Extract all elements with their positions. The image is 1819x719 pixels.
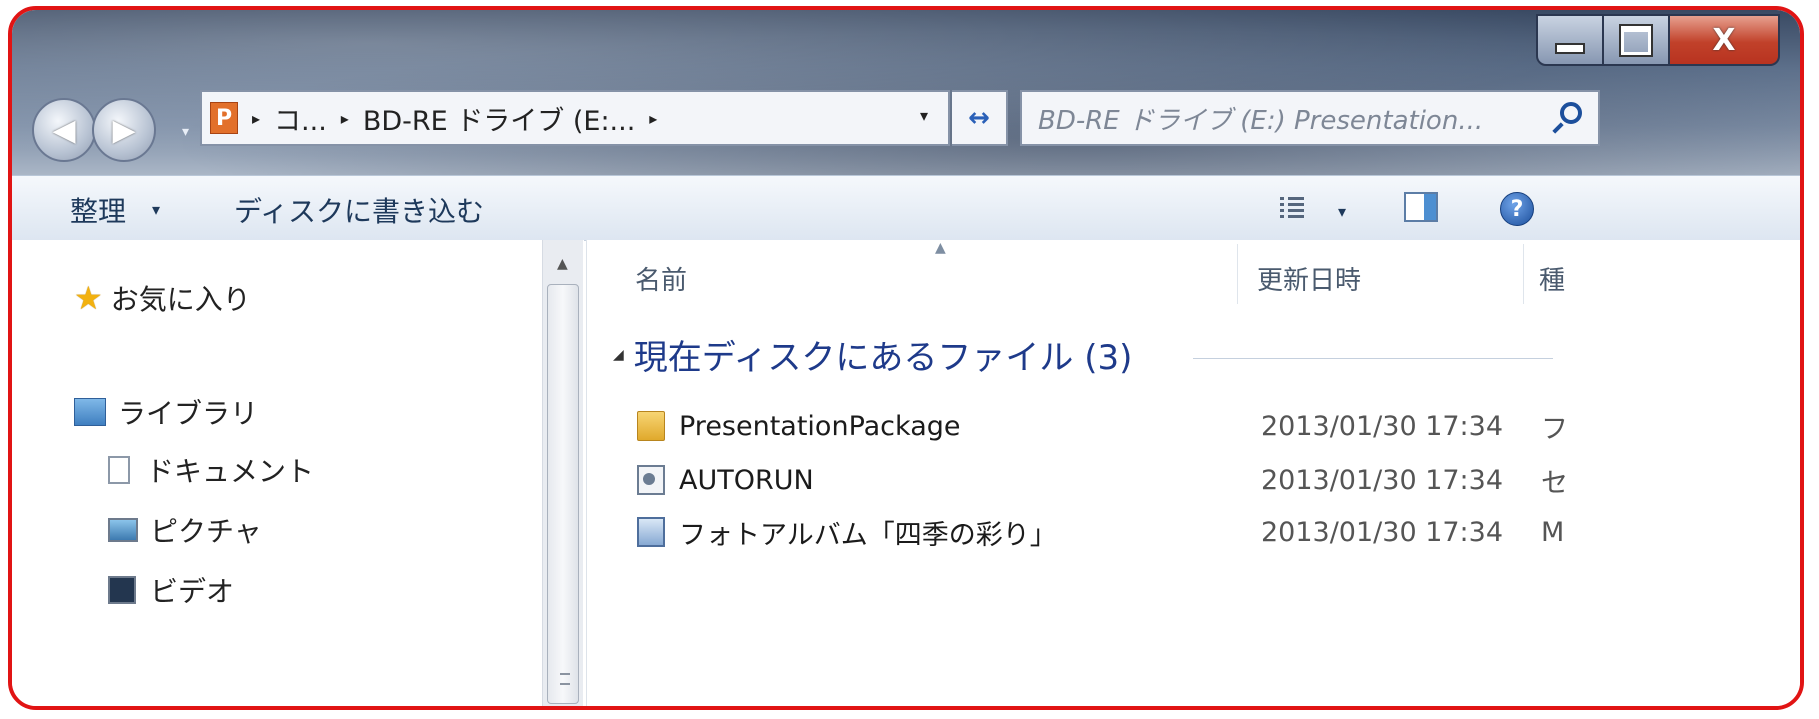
burn-to-disc-button[interactable]: ディスクに書き込む [234, 190, 484, 230]
file-name: AUTORUN [679, 464, 814, 496]
scroll-up-icon[interactable]: ▲ [557, 256, 568, 272]
scroll-thumb[interactable] [547, 284, 579, 704]
config-file-icon [637, 465, 665, 495]
search-placeholder: BD-RE ドライブ (E:) Presentation... [1038, 105, 1484, 136]
explorer-window: X ◀ ▶ ▾ P ▸ コ... ▸ BD-RE ドライブ (E:... ▸ ▾… [8, 6, 1804, 710]
view-dropdown-icon[interactable]: ▾ [1338, 202, 1346, 221]
nav-item-favorites[interactable]: ★ お気に入り [74, 278, 251, 318]
executable-icon [637, 517, 665, 547]
star-icon: ★ [74, 279, 103, 317]
address-dropdown-icon[interactable]: ▾ [920, 106, 928, 125]
file-type: フ [1541, 413, 1568, 445]
command-bar: 整理 ▾ ディスクに書き込む ▾ ? [12, 175, 1800, 241]
organize-button[interactable]: 整理 [70, 190, 126, 230]
nav-item-label: ビデオ [150, 575, 235, 608]
file-row[interactable]: PresentationPackage 2013/01/30 17:34 フ [637, 404, 1800, 448]
collapse-triangle-icon[interactable]: ◢ [613, 347, 624, 363]
file-list-pane: ▲ 名前 更新日時 種 ◢ 現在ディスクにあるファイル (3) Presenta… [586, 240, 1800, 706]
library-icon [74, 398, 106, 426]
sort-ascending-icon: ▲ [935, 240, 946, 256]
column-divider[interactable] [1523, 244, 1524, 304]
nav-item-label: ピクチャ [150, 515, 262, 548]
search-icon[interactable] [1560, 102, 1582, 124]
column-header-name[interactable]: 名前 [635, 260, 687, 297]
back-arrow-icon: ◀ [52, 112, 76, 148]
file-type: セ [1541, 467, 1568, 499]
window-controls: X [1536, 14, 1780, 66]
help-icon[interactable]: ? [1500, 192, 1534, 226]
scroll-grip-icon [560, 673, 570, 685]
refresh-button[interactable]: ↔ [952, 90, 1008, 146]
maximize-icon [1621, 25, 1651, 55]
file-row[interactable]: フォトアルバム「四季の彩り」 2013/01/30 17:34 M [637, 510, 1800, 554]
column-divider[interactable] [1237, 244, 1238, 304]
forward-arrow-icon: ▶ [112, 112, 136, 148]
file-row[interactable]: AUTORUN 2013/01/30 17:34 セ [637, 458, 1800, 502]
search-box[interactable]: BD-RE ドライブ (E:) Presentation... [1020, 90, 1600, 146]
refresh-icon: ↔ [968, 103, 990, 133]
file-date: 2013/01/30 17:34 [1261, 516, 1504, 548]
maximize-button[interactable] [1604, 14, 1670, 66]
address-bar[interactable]: P ▸ コ... ▸ BD-RE ドライブ (E:... ▸ ▾ [200, 90, 950, 146]
title-bar: X ◀ ▶ ▾ P ▸ コ... ▸ BD-RE ドライブ (E:... ▸ ▾… [12, 10, 1800, 175]
nav-item-label: お気に入り [110, 283, 251, 316]
nav-item-pictures[interactable]: ピクチャ [108, 510, 262, 550]
nav-item-label: ライブラリ [118, 397, 259, 430]
close-icon: X [1712, 22, 1736, 58]
breadcrumb-computer[interactable]: コ... [274, 99, 327, 138]
column-header-type[interactable]: 種 [1539, 260, 1565, 297]
column-headers: ▲ 名前 更新日時 種 [587, 240, 1800, 310]
breadcrumb-separator-icon[interactable]: ▸ [252, 109, 260, 128]
minimize-icon [1555, 42, 1585, 54]
breadcrumb-separator-icon[interactable]: ▸ [649, 109, 657, 128]
file-name: PresentationPackage [679, 410, 961, 442]
back-button[interactable]: ◀ [32, 98, 96, 162]
nav-scrollbar[interactable]: ▲ [542, 240, 583, 706]
recent-pages-dropdown[interactable]: ▾ [182, 124, 189, 140]
folder-icon [637, 411, 665, 441]
close-button[interactable]: X [1670, 14, 1780, 66]
nav-item-documents[interactable]: ドキュメント [108, 450, 314, 490]
view-options-icon[interactable] [1280, 194, 1306, 220]
breadcrumb-separator-icon[interactable]: ▸ [341, 109, 349, 128]
group-header[interactable]: ◢ 現在ディスクにあるファイル (3) [613, 330, 1132, 379]
nav-item-libraries[interactable]: ライブラリ [74, 392, 258, 432]
breadcrumb-drive[interactable]: BD-RE ドライブ (E:... [363, 99, 635, 138]
nav-item-label: ドキュメント [146, 455, 315, 488]
powerpoint-icon: P [210, 102, 238, 134]
minimize-button[interactable] [1536, 14, 1604, 66]
file-date: 2013/01/30 17:34 [1261, 410, 1504, 442]
column-header-date[interactable]: 更新日時 [1257, 260, 1361, 297]
file-date: 2013/01/30 17:34 [1261, 464, 1504, 496]
file-name: フォトアルバム「四季の彩り」 [679, 519, 1057, 551]
preview-pane-icon[interactable] [1404, 192, 1438, 222]
organize-dropdown-icon[interactable]: ▾ [152, 200, 160, 219]
video-icon [108, 576, 136, 604]
group-divider [1193, 358, 1553, 359]
file-type: M [1541, 516, 1565, 548]
navigation-pane: ★ お気に入り ライブラリ ドキュメント ピクチャ ビデオ [12, 240, 584, 706]
picture-icon [108, 518, 138, 542]
forward-button[interactable]: ▶ [92, 98, 156, 162]
nav-item-videos[interactable]: ビデオ [108, 570, 234, 610]
document-icon [108, 456, 130, 484]
group-label: 現在ディスクにあるファイル (3) [633, 338, 1133, 378]
